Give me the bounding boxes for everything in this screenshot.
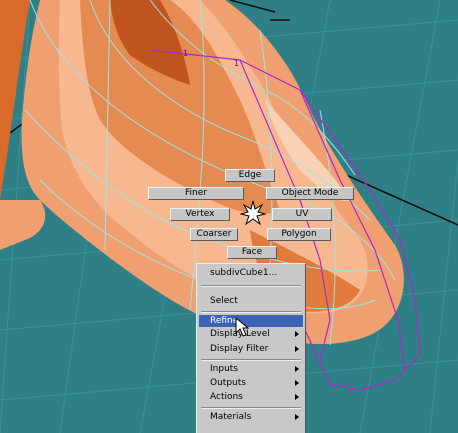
- menu-item-select[interactable]: Select: [199, 295, 303, 307]
- context-menu: subdivCube1... Select Refine Display Lev…: [196, 263, 306, 433]
- menu-item-subdivcube1[interactable]: subdivCube1...: [199, 267, 303, 279]
- menu-item-actions[interactable]: Actions: [199, 391, 303, 403]
- submenu-arrow-icon: [295, 331, 299, 337]
- menu-item-materials[interactable]: Materials: [199, 411, 303, 423]
- 3d-viewport[interactable]: 1 1 Edge Finer Object Mode Vertex UV Coa…: [0, 0, 458, 433]
- menu-item-label: Display Filter: [210, 344, 269, 354]
- marking-object-mode-button[interactable]: Object Mode: [266, 187, 354, 200]
- menu-separator: [201, 311, 301, 313]
- submenu-arrow-icon: [295, 346, 299, 352]
- menu-item-label: Select: [210, 296, 238, 306]
- marking-coarser-button[interactable]: Coarser: [190, 228, 238, 241]
- submenu-arrow-icon: [295, 414, 299, 420]
- vertex-mark-b: 1: [234, 59, 239, 68]
- marking-uv-button[interactable]: UV: [272, 208, 332, 221]
- menu-separator: [201, 285, 301, 287]
- menu-item-outputs[interactable]: Outputs: [199, 377, 303, 389]
- menu-item-display-level[interactable]: Display Level: [199, 328, 303, 340]
- marking-face-button[interactable]: Face: [227, 246, 277, 259]
- vertex-mark-a: 1: [183, 49, 188, 58]
- menu-item-label: Actions: [210, 392, 243, 402]
- menu-item-label: Materials: [210, 412, 252, 422]
- menu-item-display-filter[interactable]: Display Filter: [199, 343, 303, 355]
- menu-item-label: Outputs: [210, 378, 246, 388]
- marking-edge-button[interactable]: Edge: [225, 169, 275, 182]
- submenu-arrow-icon: [295, 380, 299, 386]
- menu-item-label: Inputs: [210, 364, 238, 374]
- marking-polygon-button[interactable]: Polygon: [267, 228, 331, 241]
- menu-separator: [201, 359, 301, 361]
- menu-separator: [201, 407, 301, 409]
- menu-item-refine[interactable]: Refine: [199, 315, 303, 327]
- submenu-arrow-icon: [295, 394, 299, 400]
- menu-item-label: subdivCube1...: [210, 268, 278, 278]
- arrow-cursor-icon: [235, 317, 249, 337]
- marking-menu-star-icon: [240, 200, 266, 226]
- marking-vertex-button[interactable]: Vertex: [170, 208, 230, 221]
- submenu-arrow-icon: [295, 366, 299, 372]
- menu-item-inputs[interactable]: Inputs: [199, 363, 303, 375]
- marking-finer-button[interactable]: Finer: [148, 187, 244, 200]
